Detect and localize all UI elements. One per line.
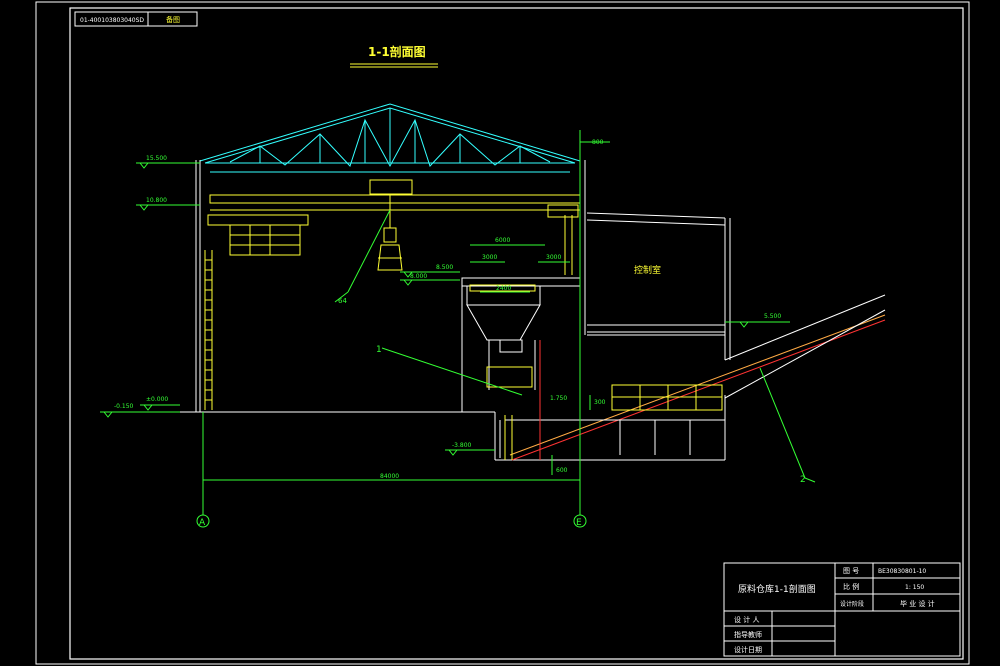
stamp-block: 01-400103803040SD 备图: [74, 11, 198, 27]
control-room-label: 控制室: [634, 264, 661, 276]
elev-8500: 8.500: [436, 264, 453, 271]
dim-800: 800: [592, 139, 604, 146]
stamp-label: 备图: [166, 15, 180, 24]
dim-3000b: 3000: [546, 254, 561, 261]
title-date-label: 设计日期: [734, 645, 762, 654]
title-drawing-no: BE30830801-10: [878, 568, 926, 575]
dimension-lines: [202, 130, 610, 515]
title-design-item: 毕 业 设 计: [900, 599, 935, 608]
callout-1: 1: [376, 345, 382, 355]
axis-label-e: E: [576, 518, 582, 528]
callout-64: 64: [338, 297, 347, 305]
drawing-title: 1-1剖面图: [368, 44, 426, 59]
elev-8000: 8.000: [410, 273, 427, 280]
dim-3000a: 3000: [482, 254, 497, 261]
dim-600: 600: [556, 467, 568, 474]
dim-6000: 6000: [495, 237, 510, 244]
axis-label-a: A: [199, 518, 206, 528]
title-scale: 1: 150: [905, 584, 924, 591]
drawing-frame: [69, 7, 964, 660]
title-designer-label: 设 计 人: [734, 615, 759, 624]
grab-bucket: [377, 194, 403, 271]
dim-2400: 2400: [496, 285, 511, 292]
elev-0000: ±0.000: [146, 396, 168, 403]
title-supervisor-label: 指导教师: [734, 630, 762, 639]
elevation-marks: [100, 162, 790, 456]
elev-5500: 5.500: [764, 313, 781, 320]
stamp-code: 01-400103803040SD: [80, 17, 144, 24]
title-project-name: 原料仓库1-1剖面图: [738, 583, 816, 595]
control-room: [586, 212, 731, 360]
dim-300: 300: [594, 399, 606, 406]
hopper: [461, 277, 581, 390]
title-design-item-label: 设计阶段: [840, 600, 864, 608]
title-scale-label: 比 例: [843, 582, 859, 591]
elev-1750: 1.750: [550, 395, 567, 402]
elev-10800: 10.800: [146, 197, 167, 204]
dim-84000: 84000: [380, 473, 399, 480]
title-drawing-no-label: 图 号: [843, 567, 859, 575]
callout-2: 2: [800, 475, 806, 485]
elev-m0150: -0.150: [114, 403, 134, 410]
conveyor: [509, 294, 886, 461]
title-block: [723, 562, 961, 657]
ladder-left: [205, 259, 212, 401]
roof-truss: [199, 103, 581, 173]
elev-m3800: -3.800: [452, 442, 472, 449]
building-walls: [180, 160, 726, 461]
elev-15500: 15.500: [146, 155, 167, 162]
hopper-liner: [469, 284, 536, 388]
outer-frame: [35, 1, 970, 665]
